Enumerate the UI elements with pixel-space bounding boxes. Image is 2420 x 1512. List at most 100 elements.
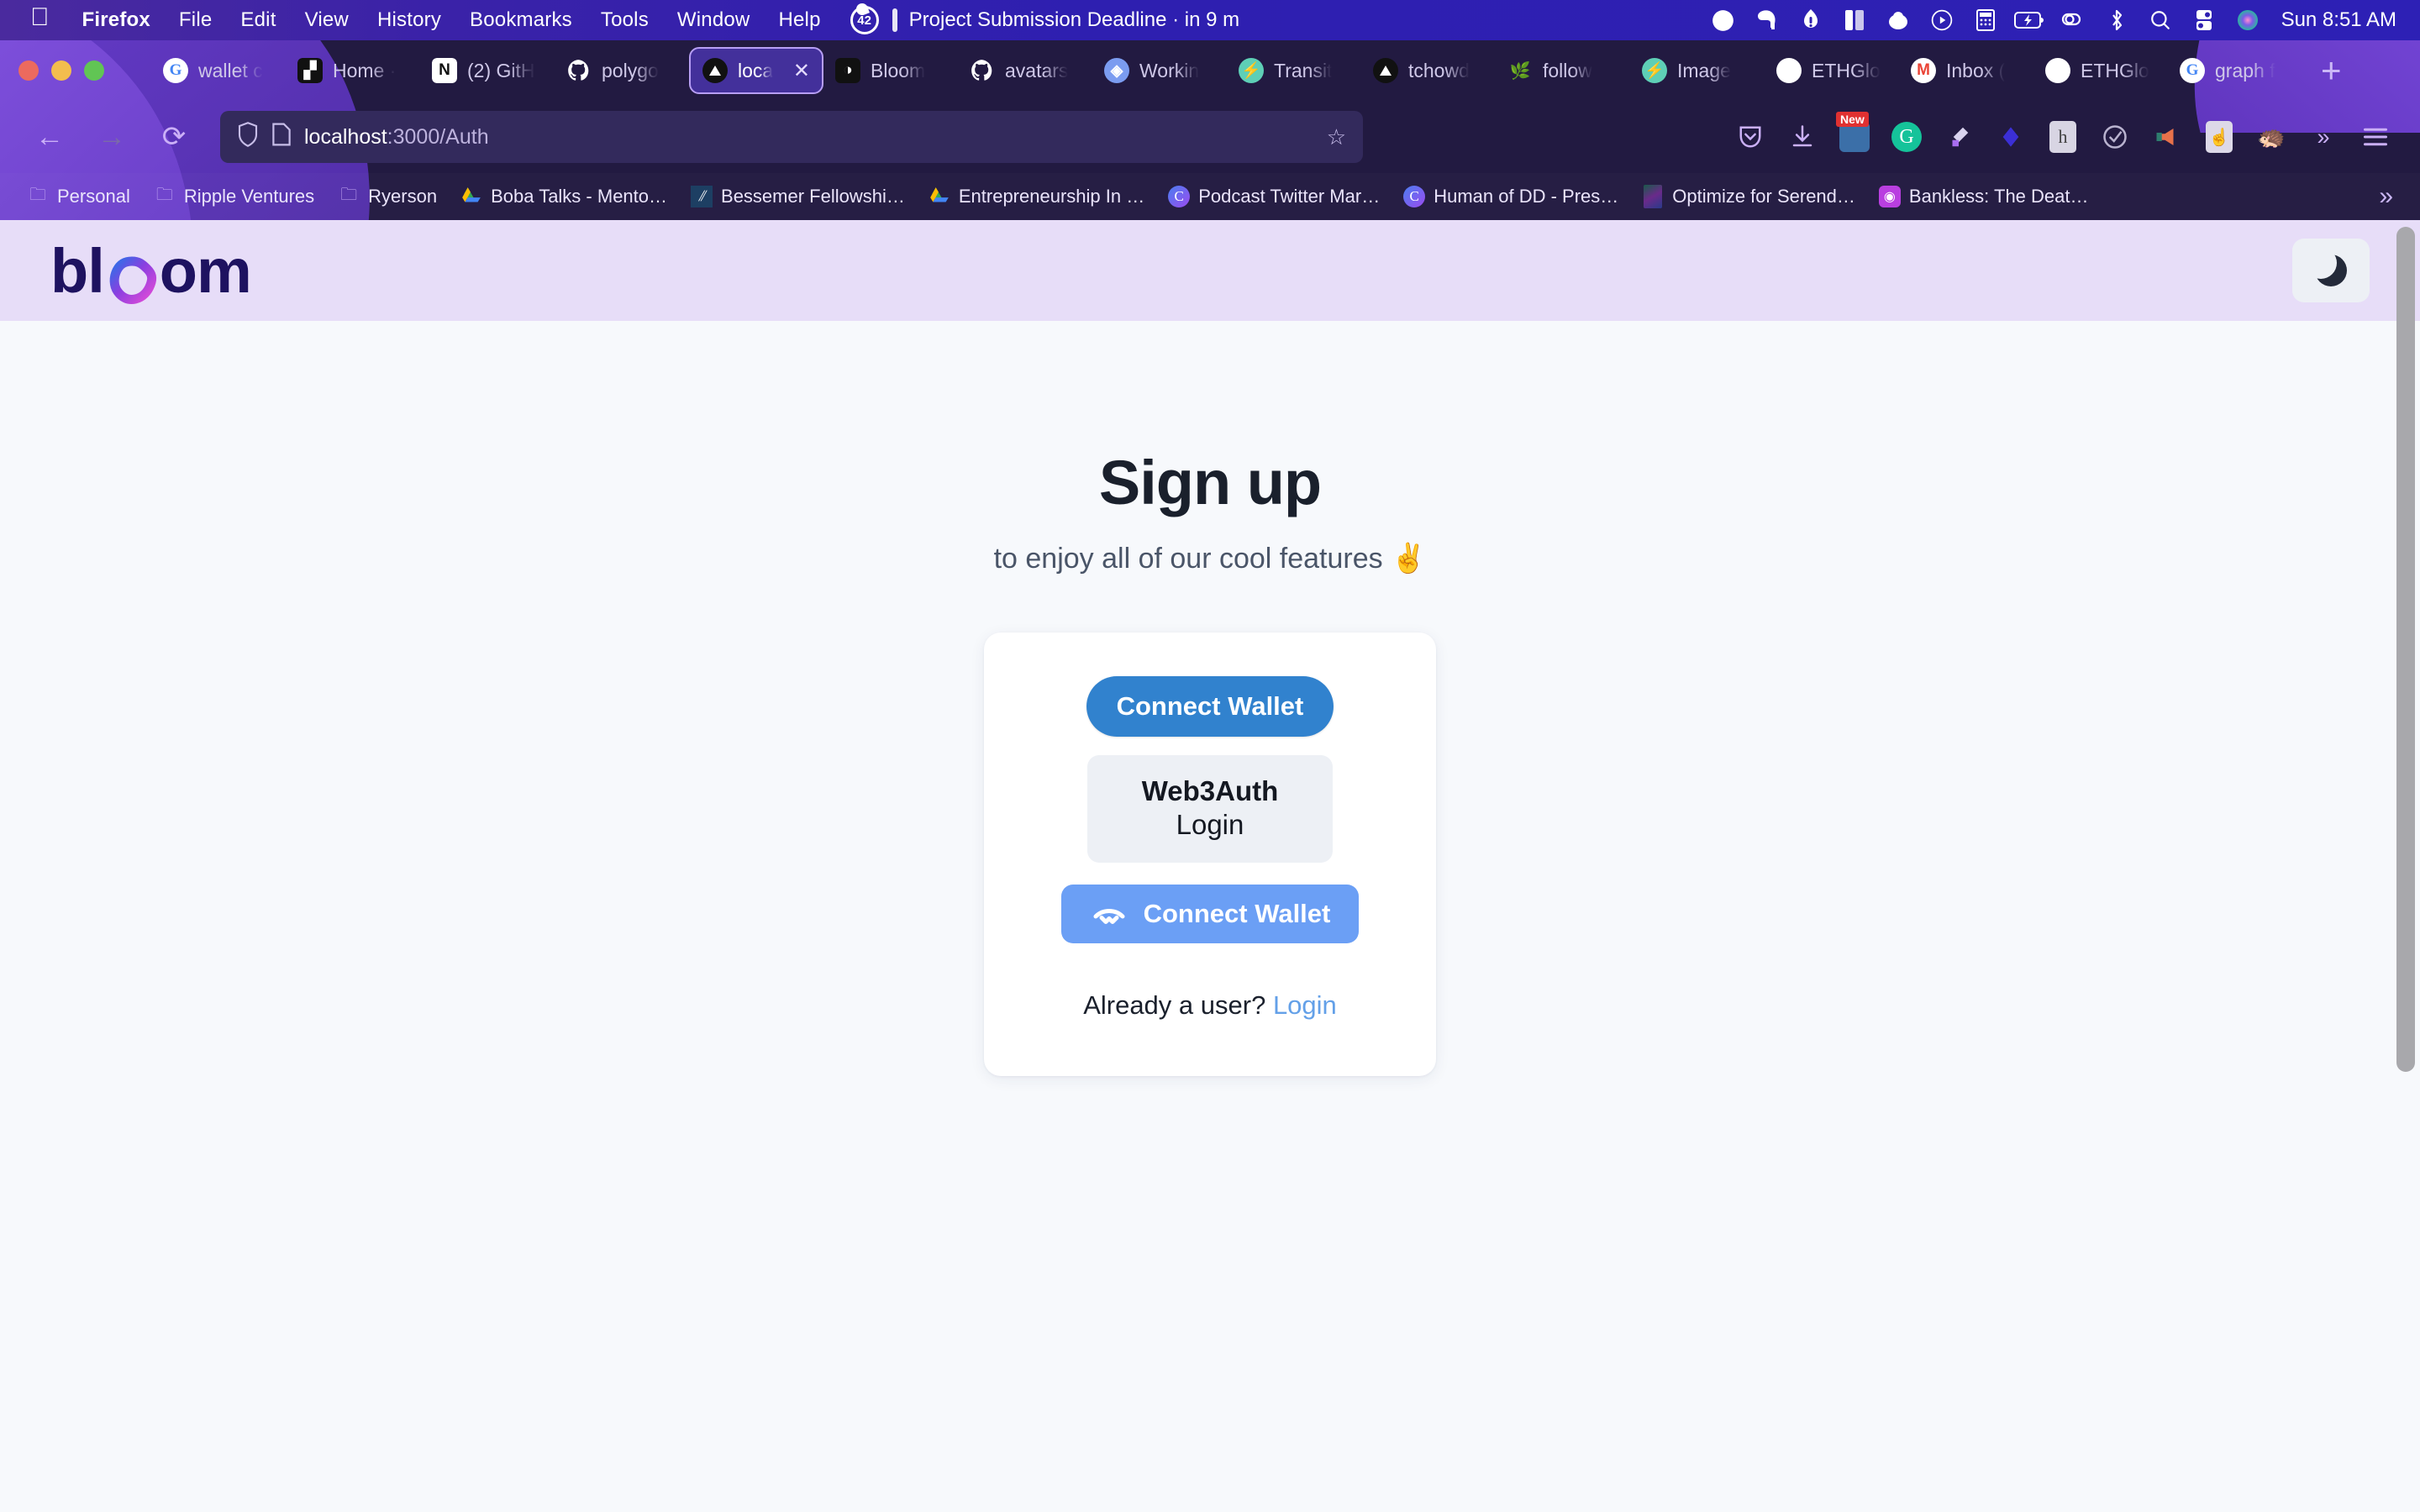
browser-tab[interactable]: 🌿 follow [1496,47,1630,94]
menubar-clock[interactable]: Sun 8:51 AM [2270,8,2396,32]
close-window-button[interactable] [18,60,39,81]
browser-tab[interactable]: ⚡ Transit [1227,47,1361,94]
minimize-window-button[interactable] [51,60,71,81]
menubar-item-edit[interactable]: Edit [226,8,290,32]
link-chain-icon[interactable] [2051,0,2095,40]
notion-icon: N [432,58,457,83]
signup-main: Sign up to enjoy all of our cool feature… [0,321,2420,1076]
browser-tab[interactable]: avatars [958,47,1092,94]
bookmark-item[interactable]: ⫽ Bessemer Fellowshi… [679,186,917,207]
evernote-elephant-icon[interactable] [1745,0,1789,40]
highlighter-icon[interactable] [1933,111,1985,163]
bookmark-item[interactable]: Optimize for Serend… [1630,185,1867,208]
figma-icon: ◑ [835,58,860,83]
bookmark-item[interactable]: Entrepreneurship In … [917,186,1156,207]
scrollbar-thumb[interactable] [2396,227,2415,1072]
browser-tab[interactable]: ⚛ ETHGlo [2033,47,2168,94]
browser-tab[interactable]: ▞ Home · [286,47,420,94]
figma-dark-icon: ▞ [297,58,323,83]
browser-tab[interactable]: ⚛ ETHGlo [1765,47,1899,94]
browser-tab[interactable]: polygo [555,47,689,94]
menubar-item-window[interactable]: Window [663,8,765,32]
folder-icon: 🗀 [155,186,173,204]
address-bar[interactable]: localhost:3000/Auth ☆ [220,111,1363,163]
window-traffic-lights[interactable] [18,60,104,81]
bookmark-item[interactable]: C Podcast Twitter Mar… [1156,186,1392,207]
connect-wallet-button[interactable]: Connect Wallet [1086,676,1334,737]
bookmark-item[interactable]: 🗀 Ryerson [326,186,449,207]
menubar-app-name[interactable]: Firefox [68,8,165,32]
bookmark-item[interactable]: ◉ Bankless: The Deat… [1867,186,2101,207]
browser-tab[interactable]: ⚡ Image [1630,47,1765,94]
snap-new-icon[interactable]: New [1828,111,1881,163]
page-doc-icon[interactable] [272,123,291,152]
close-tab-button[interactable]: ✕ [793,59,810,83]
page-scrollbar[interactable] [2396,220,2415,1512]
hedgehog-icon[interactable]: 🦔 [2245,111,2297,163]
cloud-icon[interactable] [1876,0,1920,40]
new-tab-button[interactable]: + [2302,50,2360,91]
browser-tab-active[interactable]: loca ✕ [689,47,823,94]
menubar-item-history[interactable]: History [363,8,455,32]
bluetooth-icon[interactable] [2095,0,2139,40]
walletconnect-connect-button[interactable]: Connect Wallet [1060,885,1360,943]
star-icon[interactable]: ☆ [1327,124,1346,150]
maximize-window-button[interactable] [84,60,104,81]
apple-logo-icon[interactable]:  [30,5,50,30]
check-circle-icon[interactable] [2089,111,2141,163]
menubar-item-view[interactable]: View [291,8,363,32]
menubar-item-file[interactable]: File [165,8,226,32]
browser-tab[interactable]: ◑ Bloom [823,47,958,94]
fantastical-badge-icon[interactable]: 42 [850,6,879,34]
lightning-icon: ⚡ [1642,58,1667,83]
menubar-item-tools[interactable]: Tools [587,8,663,32]
forward-button[interactable]: → [81,112,143,162]
browser-tab[interactable]: G wallet c [151,47,286,94]
calculator-icon[interactable] [1964,0,2007,40]
megaphone-icon[interactable] [2141,111,2193,163]
browser-tab[interactable]: G graph f [2168,47,2302,94]
overflow-chevrons-icon[interactable]: » [2297,111,2349,163]
web3auth-login-button[interactable]: Web3Auth Login [1087,755,1333,863]
login-link[interactable]: Login [1273,990,1337,1020]
pocket-icon[interactable] [1724,111,1776,163]
control-center-icon[interactable] [2182,0,2226,40]
reload-button[interactable]: ⟳ [143,112,205,162]
tab-strip: G wallet c ▞ Home · N (2) GitH polygo lo… [0,40,2420,101]
back-button[interactable]: ← [18,112,81,162]
menubar-item-help[interactable]: Help [764,8,834,32]
arc-browser-icon[interactable] [1702,0,1745,40]
browser-tab[interactable]: ◈ Workin [1092,47,1227,94]
diamond-icon[interactable] [1985,111,2037,163]
bookmark-item[interactable]: 🗀 Personal [15,186,142,207]
shield-icon[interactable] [237,121,259,153]
hamburger-menu-icon[interactable] [2349,111,2402,163]
search-icon[interactable] [2139,0,2182,40]
downloads-icon[interactable] [1776,111,1828,163]
tab-label: polygo [602,59,659,81]
bloom-logo[interactable]: bl om [50,235,252,307]
dropbox-icon[interactable] [1789,0,1833,40]
bookmark-item[interactable]: C Human of DD - Pres… [1392,186,1630,207]
logo-text-bl: bl [50,235,105,306]
url-text[interactable]: localhost:3000/Auth [304,125,489,150]
bookmark-item[interactable]: Boba Talks - Mento… [449,186,679,207]
tab-label: Transit [1274,59,1333,81]
hypothesis-icon[interactable]: h [2037,111,2089,163]
rectangle-app-icon[interactable] [1833,0,1876,40]
browser-tab[interactable]: N (2) GitH [420,47,555,94]
bookmarks-overflow-icon[interactable]: » [2379,182,2405,211]
theme-toggle-button[interactable] [2292,239,2370,302]
battery-charging-icon[interactable] [2007,0,2051,40]
browser-tab[interactable]: M Inbox ( [1899,47,2033,94]
siri-orb-icon[interactable] [2226,0,2270,40]
browser-tab[interactable]: tchowd [1361,47,1496,94]
menubar-item-bookmarks[interactable]: Bookmarks [455,8,587,32]
pointer-icon[interactable]: ☝ [2193,111,2245,163]
play-circle-icon[interactable] [1920,0,1964,40]
google-icon: G [2180,58,2205,83]
bookmark-label: Human of DD - Pres… [1434,186,1619,207]
grammarly-icon[interactable]: G [1881,111,1933,163]
bookmark-label: Bankless: The Deat… [1908,186,2089,207]
bookmark-item[interactable]: 🗀 Ripple Ventures [142,186,326,207]
